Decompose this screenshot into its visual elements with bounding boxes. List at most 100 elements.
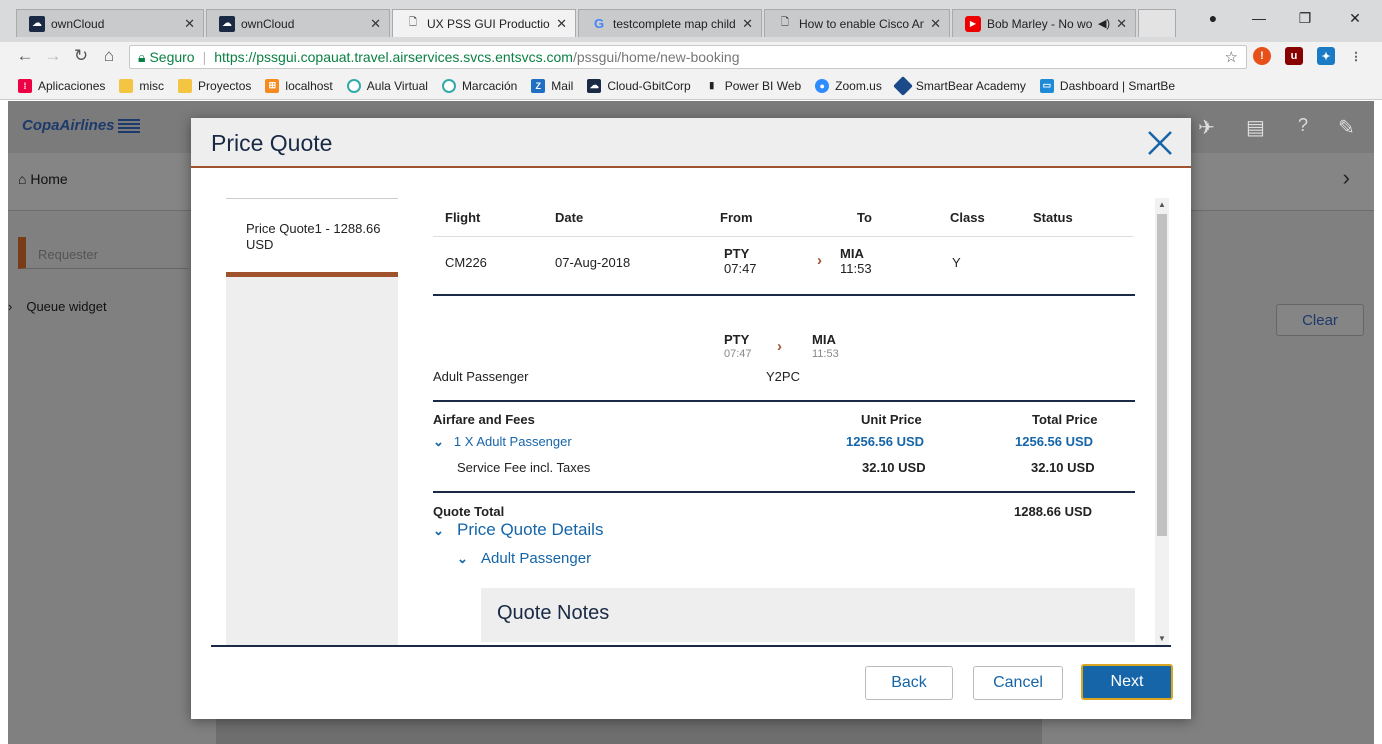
plane-icon[interactable]: ✈: [1198, 115, 1215, 140]
close-tab-icon[interactable]: ✕: [184, 16, 195, 32]
to-code: MIA: [840, 246, 864, 261]
flight-header: Flight: [445, 210, 481, 225]
browser-tab[interactable]: ☁ ownCloud ✕: [206, 9, 390, 37]
chevron-right-icon: ›: [777, 338, 782, 355]
bookmark-item[interactable]: ▭ Dashboard | SmartBe: [1039, 78, 1175, 93]
owncloud-icon: ☁: [219, 15, 235, 32]
bookmark-item[interactable]: SmartBear Academy: [892, 75, 1026, 96]
minimize-icon[interactable]: —: [1244, 10, 1274, 26]
bookmark-item[interactable]: Proyectos: [178, 78, 251, 93]
price-quote-details-toggle[interactable]: ⌄ Price Quote Details: [433, 520, 603, 540]
back-button[interactable]: Back: [865, 666, 953, 700]
lock-icon: 🔒︎: [138, 48, 146, 65]
new-tab-button[interactable]: [1138, 9, 1176, 37]
scroll-up-icon[interactable]: ▲: [1158, 200, 1166, 209]
bookmark-item[interactable]: Aula Virtual: [346, 78, 428, 93]
bookmark-item[interactable]: Z Mail: [531, 78, 573, 93]
close-tab-icon[interactable]: ✕: [370, 16, 381, 32]
from-time: 07:47: [724, 261, 757, 276]
back-nav-icon[interactable]: ←: [14, 46, 36, 66]
close-icon[interactable]: [1145, 128, 1175, 158]
quote-list-item[interactable]: Price Quote1 - 1288.66 USD: [226, 199, 398, 277]
close-tab-icon[interactable]: ✕: [930, 16, 941, 32]
bookmark-item[interactable]: Marcación: [441, 78, 517, 93]
url-input[interactable]: 🔒︎ Seguro | https://pssgui.copauat.trave…: [129, 45, 1247, 69]
home-nav-icon[interactable]: ⌂: [98, 46, 120, 66]
extension-icon[interactable]: ✦: [1317, 47, 1335, 65]
clear-button[interactable]: Clear: [1276, 304, 1364, 336]
wrench-icon[interactable]: ✎: [1338, 115, 1355, 140]
bookmark-item[interactable]: ▮ Power BI Web: [705, 79, 801, 93]
marcacion-icon: [441, 78, 456, 93]
folder-icon: [119, 78, 134, 93]
queue-widget[interactable]: › Queue widget: [8, 299, 107, 314]
bookmark-item[interactable]: ● Zoom.us: [815, 78, 882, 93]
ublock-icon[interactable]: u: [1285, 47, 1303, 65]
browser-tab[interactable]: ▶ Bob Marley - No wo ◀) ✕: [952, 9, 1136, 37]
audio-icon[interactable]: ◀): [1098, 17, 1110, 30]
scroll-down-icon[interactable]: ▼: [1158, 634, 1166, 643]
segment-from-time: 07:47: [724, 348, 752, 360]
extension-alert-icon[interactable]: !: [1253, 47, 1271, 65]
quote-total-label: Quote Total: [433, 504, 505, 519]
copa-logo: CopaAirlines: [22, 117, 140, 134]
close-tab-icon[interactable]: ✕: [742, 16, 753, 32]
browser-tab-active[interactable]: 🗋 UX PSS GUI Production ✕: [392, 9, 576, 37]
flight-number: CM226: [445, 255, 487, 270]
browser-tab[interactable]: G testcomplete map child ✕: [578, 9, 762, 37]
quote-list: Price Quote1 - 1288.66 USD: [226, 198, 398, 645]
bookmark-item[interactable]: misc: [119, 78, 164, 93]
segment-to-time: 11:53: [812, 348, 839, 360]
passenger-total-price: 1256.56 USD: [1015, 434, 1094, 449]
to-time: 11:53: [840, 261, 872, 276]
owncloud-icon: ☁: [29, 15, 45, 32]
to-header: To: [857, 210, 872, 225]
smartbear-icon: [892, 75, 913, 96]
cabin-class: Y: [952, 255, 961, 270]
close-tab-icon[interactable]: ✕: [1116, 16, 1127, 32]
adult-passenger-toggle[interactable]: ⌄ Adult Passenger: [457, 550, 591, 567]
apps-icon: ⁞: [18, 78, 32, 93]
home-icon: ⌂: [18, 171, 27, 187]
fare-basis: Y2PC: [766, 369, 800, 384]
youtube-icon: ▶: [965, 15, 981, 32]
reload-icon[interactable]: ↻: [70, 46, 92, 66]
unit-price-header: Unit Price: [861, 412, 922, 427]
scrollbar-thumb[interactable]: [1157, 214, 1167, 536]
restore-icon[interactable]: ❐: [1290, 10, 1320, 27]
date-header: Date: [555, 210, 584, 225]
bookmark-item[interactable]: ☁ Cloud-GbitCorp: [587, 78, 691, 93]
price-quote-modal: Price Quote Price Quote1 - 1288.66 USD F…: [191, 118, 1191, 719]
bookmark-star-icon[interactable]: ☆: [1225, 48, 1238, 66]
browser-tab[interactable]: 🗋 How to enable Cisco An ✕: [764, 9, 950, 37]
from-header: From: [720, 210, 753, 225]
home-link[interactable]: ⌂ Home: [18, 171, 68, 187]
bookmark-item[interactable]: ⊞ localhost: [265, 78, 333, 93]
zoom-icon: ●: [815, 78, 830, 93]
browser-tab[interactable]: ☁ ownCloud ✕: [16, 9, 204, 37]
quote-content: Flight Date From To Class Status CM226 0…: [433, 198, 1139, 645]
menu-icon[interactable]: ⋮: [1347, 47, 1365, 65]
bookmark-item[interactable]: ⁞ Aplicaciones: [18, 78, 105, 93]
passenger-fare-toggle[interactable]: ⌄ 1 X Adult Passenger: [433, 434, 572, 450]
powerbi-icon: ▮: [709, 80, 715, 90]
dashboard-icon: ▭: [1039, 78, 1054, 93]
next-button[interactable]: Next: [1081, 664, 1173, 700]
chevron-down-icon: ⌄: [433, 523, 444, 538]
forward-nav-icon[interactable]: →: [42, 46, 64, 66]
chevron-down-icon: ⌄: [433, 434, 444, 449]
close-tab-icon[interactable]: ✕: [556, 16, 567, 32]
print-icon[interactable]: ▤: [1246, 115, 1265, 140]
help-icon[interactable]: ?: [1298, 115, 1308, 136]
segment-from-code: PTY: [724, 332, 750, 347]
from-code: PTY: [724, 246, 750, 261]
content-scrollbar[interactable]: ▲ ▼: [1155, 198, 1169, 645]
profile-icon[interactable]: ●: [1198, 10, 1228, 26]
cancel-button[interactable]: Cancel: [973, 666, 1063, 700]
bookmarks-bar: ⁞ Aplicaciones misc Proyectos ⊞ localhost …: [0, 72, 1382, 100]
requester-field[interactable]: Requester: [18, 237, 188, 269]
chevron-right-icon[interactable]: ›: [1343, 165, 1350, 191]
airfare-header: Airfare and Fees: [433, 412, 535, 427]
window-close-icon[interactable]: ✕: [1340, 10, 1370, 27]
segment-to-code: MIA: [812, 332, 836, 347]
